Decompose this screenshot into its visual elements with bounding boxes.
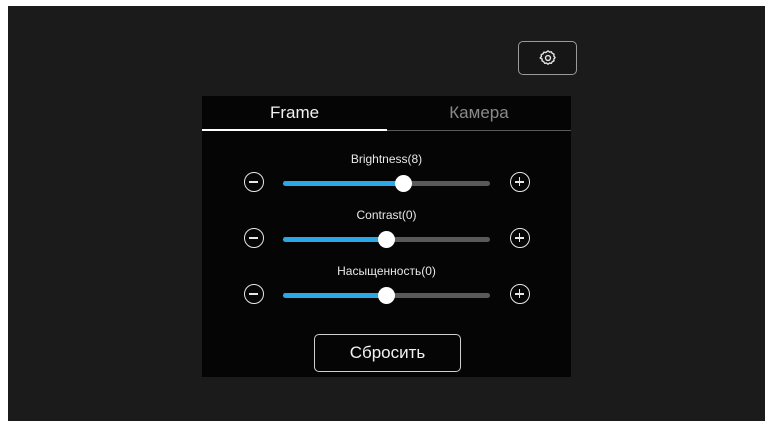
brightness-decrease-button[interactable] — [244, 172, 264, 192]
brightness-slider-thumb[interactable] — [394, 175, 412, 192]
saturation-label: Насыщенность(0) — [337, 264, 436, 278]
saturation-slider-fill — [283, 293, 387, 298]
contrast-label: Contrast(0) — [356, 208, 417, 222]
saturation-decrease-button[interactable] — [244, 284, 264, 304]
active-tab-indicator — [202, 129, 387, 131]
settings-button[interactable] — [518, 41, 577, 75]
tab-frame[interactable]: Frame — [202, 96, 387, 130]
brightness-label: Brightness(8) — [350, 152, 423, 166]
contrast-increase-button[interactable] — [510, 228, 530, 248]
brightness-increase-button[interactable] — [510, 172, 530, 192]
tab-camera[interactable]: Камера — [387, 96, 571, 130]
brightness-slider[interactable] — [283, 175, 490, 192]
brightness-slider-fill — [283, 181, 404, 186]
saturation-control: Насыщенность(0) — [202, 264, 571, 314]
app-screen: Frame Камера Brightness(8) Contrast(0) Н… — [8, 6, 765, 421]
contrast-slider-fill — [283, 237, 387, 242]
contrast-slider-thumb[interactable] — [378, 231, 395, 248]
saturation-increase-button[interactable] — [510, 284, 530, 304]
image-settings-panel: Frame Камера Brightness(8) Contrast(0) Н… — [202, 96, 571, 377]
saturation-slider[interactable] — [283, 287, 490, 304]
saturation-slider-thumb[interactable] — [378, 287, 395, 304]
contrast-decrease-button[interactable] — [244, 228, 264, 248]
contrast-control: Contrast(0) — [202, 208, 571, 258]
reset-button[interactable]: Сбросить — [314, 334, 461, 372]
tab-bar: Frame Камера — [202, 96, 571, 132]
contrast-slider[interactable] — [283, 231, 490, 248]
gear-icon — [538, 49, 557, 67]
brightness-control: Brightness(8) — [202, 152, 571, 202]
